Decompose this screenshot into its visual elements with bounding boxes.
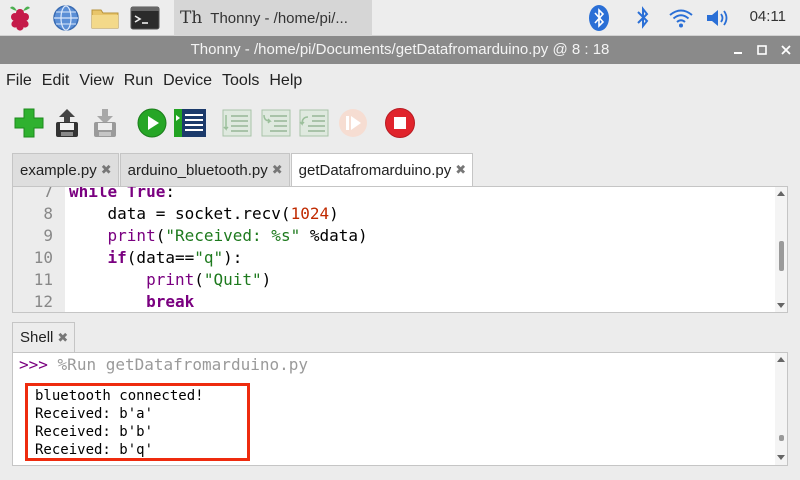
line-number: 9	[43, 226, 53, 245]
shell-console[interactable]: >>> %Run getDatafromarduino.py bluetooth…	[12, 352, 788, 466]
load-icon[interactable]	[50, 106, 84, 140]
folder-icon[interactable]	[89, 2, 121, 34]
clock[interactable]: 04:11	[750, 8, 786, 25]
code-line: 10 if(data=="q"):	[13, 247, 773, 269]
window-title: Thonny - /home/pi/Documents/getDatafroma…	[190, 41, 610, 58]
line-number: 8	[43, 204, 53, 223]
scrollbar-thumb[interactable]	[779, 435, 784, 441]
code-text: while True:	[69, 186, 175, 201]
menu-view[interactable]: View	[79, 72, 113, 90]
tab-arduino-bluetooth-py[interactable]: arduino_bluetooth.py ✖	[119, 153, 290, 186]
close-icon[interactable]: ✖	[57, 330, 68, 346]
taskbar-thonny-task[interactable]: Th Thonny - /home/pi/...	[174, 0, 372, 36]
thonny-icon: Th	[180, 8, 203, 28]
close-icon[interactable]: ✖	[272, 162, 283, 178]
taskbar-task-title: Thonny - /home/pi/...	[210, 9, 348, 27]
maximize-button[interactable]	[752, 40, 772, 60]
window-titlebar[interactable]: Thonny - /home/pi/Documents/getDatafroma…	[0, 36, 800, 64]
editor-scrollbar[interactable]	[775, 187, 787, 312]
output-line: Received: b'a'	[35, 406, 154, 422]
code-line: 11 print("Quit")	[13, 269, 773, 291]
code-line: 7 while True:	[13, 186, 773, 203]
tab-shell[interactable]: Shell ✖	[12, 322, 76, 352]
shell-output-highlight: bluetooth connected! Received: b'a' Rece…	[25, 383, 250, 461]
close-icon[interactable]: ✖	[101, 162, 112, 178]
menu-device[interactable]: Device	[163, 72, 212, 90]
volume-icon[interactable]	[704, 3, 732, 33]
tab-label: arduino_bluetooth.py	[127, 161, 268, 179]
code-line: 8 data = socket.recv(1024)	[13, 203, 773, 225]
menubar: File Edit View Run Device Tools Help	[0, 64, 800, 98]
code-text: print("Received: %s" %data)	[107, 226, 368, 245]
raspberry-menu-icon[interactable]	[4, 2, 36, 34]
menu-file[interactable]: File	[6, 72, 32, 90]
globe-browser-icon[interactable]	[50, 2, 82, 34]
close-window-button[interactable]	[776, 40, 796, 60]
step-over-icon[interactable]	[220, 106, 254, 140]
output-line: Received: b'q'	[35, 442, 154, 458]
code-text: break	[146, 292, 195, 311]
prompt-marker: >>>	[19, 355, 48, 374]
menu-help[interactable]: Help	[269, 72, 302, 90]
code-line: 12 break	[13, 291, 773, 312]
scroll-up-icon[interactable]	[777, 191, 785, 196]
close-icon[interactable]: ✖	[455, 162, 466, 178]
editor-tabs: example.py ✖ arduino_bluetooth.py ✖ getD…	[12, 153, 474, 186]
toolbar	[0, 100, 800, 146]
shell-prompt-line: >>> %Run getDatafromarduino.py	[19, 355, 308, 374]
bluetooth-icon[interactable]	[630, 3, 656, 33]
new-icon[interactable]	[12, 106, 46, 140]
wifi-icon[interactable]	[666, 3, 696, 33]
line-number: 11	[33, 270, 53, 289]
minimize-button[interactable]	[728, 40, 748, 60]
tab-label: example.py	[20, 161, 97, 179]
code-text: print("Quit")	[146, 270, 272, 289]
tab-example-py[interactable]: example.py ✖	[12, 153, 119, 186]
scroll-down-icon[interactable]	[777, 303, 785, 308]
tab-getdatafromarduino-py[interactable]: getDatafromarduino.py ✖	[290, 153, 474, 186]
menu-edit[interactable]: Edit	[42, 72, 70, 90]
menu-tools[interactable]: Tools	[222, 72, 259, 90]
scroll-up-icon[interactable]	[777, 357, 785, 362]
shell-notebook: Shell ✖ >>> %Run getDatafromarduino.py b…	[12, 322, 788, 466]
line-number: 12	[33, 292, 53, 311]
line-number: 7	[43, 186, 53, 201]
run-icon[interactable]	[135, 106, 169, 140]
scroll-down-icon[interactable]	[777, 455, 785, 460]
line-number: 10	[33, 248, 53, 267]
output-line: Received: b'b'	[35, 424, 154, 440]
step-into-icon[interactable]	[259, 106, 293, 140]
tab-label: Shell	[20, 329, 54, 346]
code-editor[interactable]: 7 while True: 8 data = socket.recv(1024) 9 …	[12, 186, 788, 313]
save-icon[interactable]	[88, 106, 122, 140]
output-line: bluetooth connected!	[35, 388, 204, 404]
tab-label: getDatafromarduino.py	[298, 161, 452, 179]
terminal-icon[interactable]	[129, 2, 161, 34]
debug-icon[interactable]	[173, 106, 207, 140]
resume-icon[interactable]	[336, 106, 370, 140]
stop-icon[interactable]	[383, 106, 417, 140]
editor-notebook: example.py ✖ arduino_bluetooth.py ✖ getD…	[12, 153, 788, 313]
bluetooth-bt-icon[interactable]	[586, 3, 612, 33]
code-text: data = socket.recv(1024)	[69, 204, 339, 223]
code-text: if(data=="q"):	[107, 248, 243, 267]
code-line: 9 print("Received: %s" %data)	[13, 225, 773, 247]
system-taskbar: Th Thonny - /home/pi/... 04:11	[0, 0, 800, 36]
shell-scrollbar[interactable]	[775, 353, 787, 465]
scrollbar-thumb[interactable]	[779, 241, 784, 271]
step-out-icon[interactable]	[297, 106, 331, 140]
run-command: %Run getDatafromarduino.py	[57, 355, 308, 374]
shell-tabs: Shell ✖	[12, 322, 76, 352]
menu-run[interactable]: Run	[124, 72, 153, 90]
